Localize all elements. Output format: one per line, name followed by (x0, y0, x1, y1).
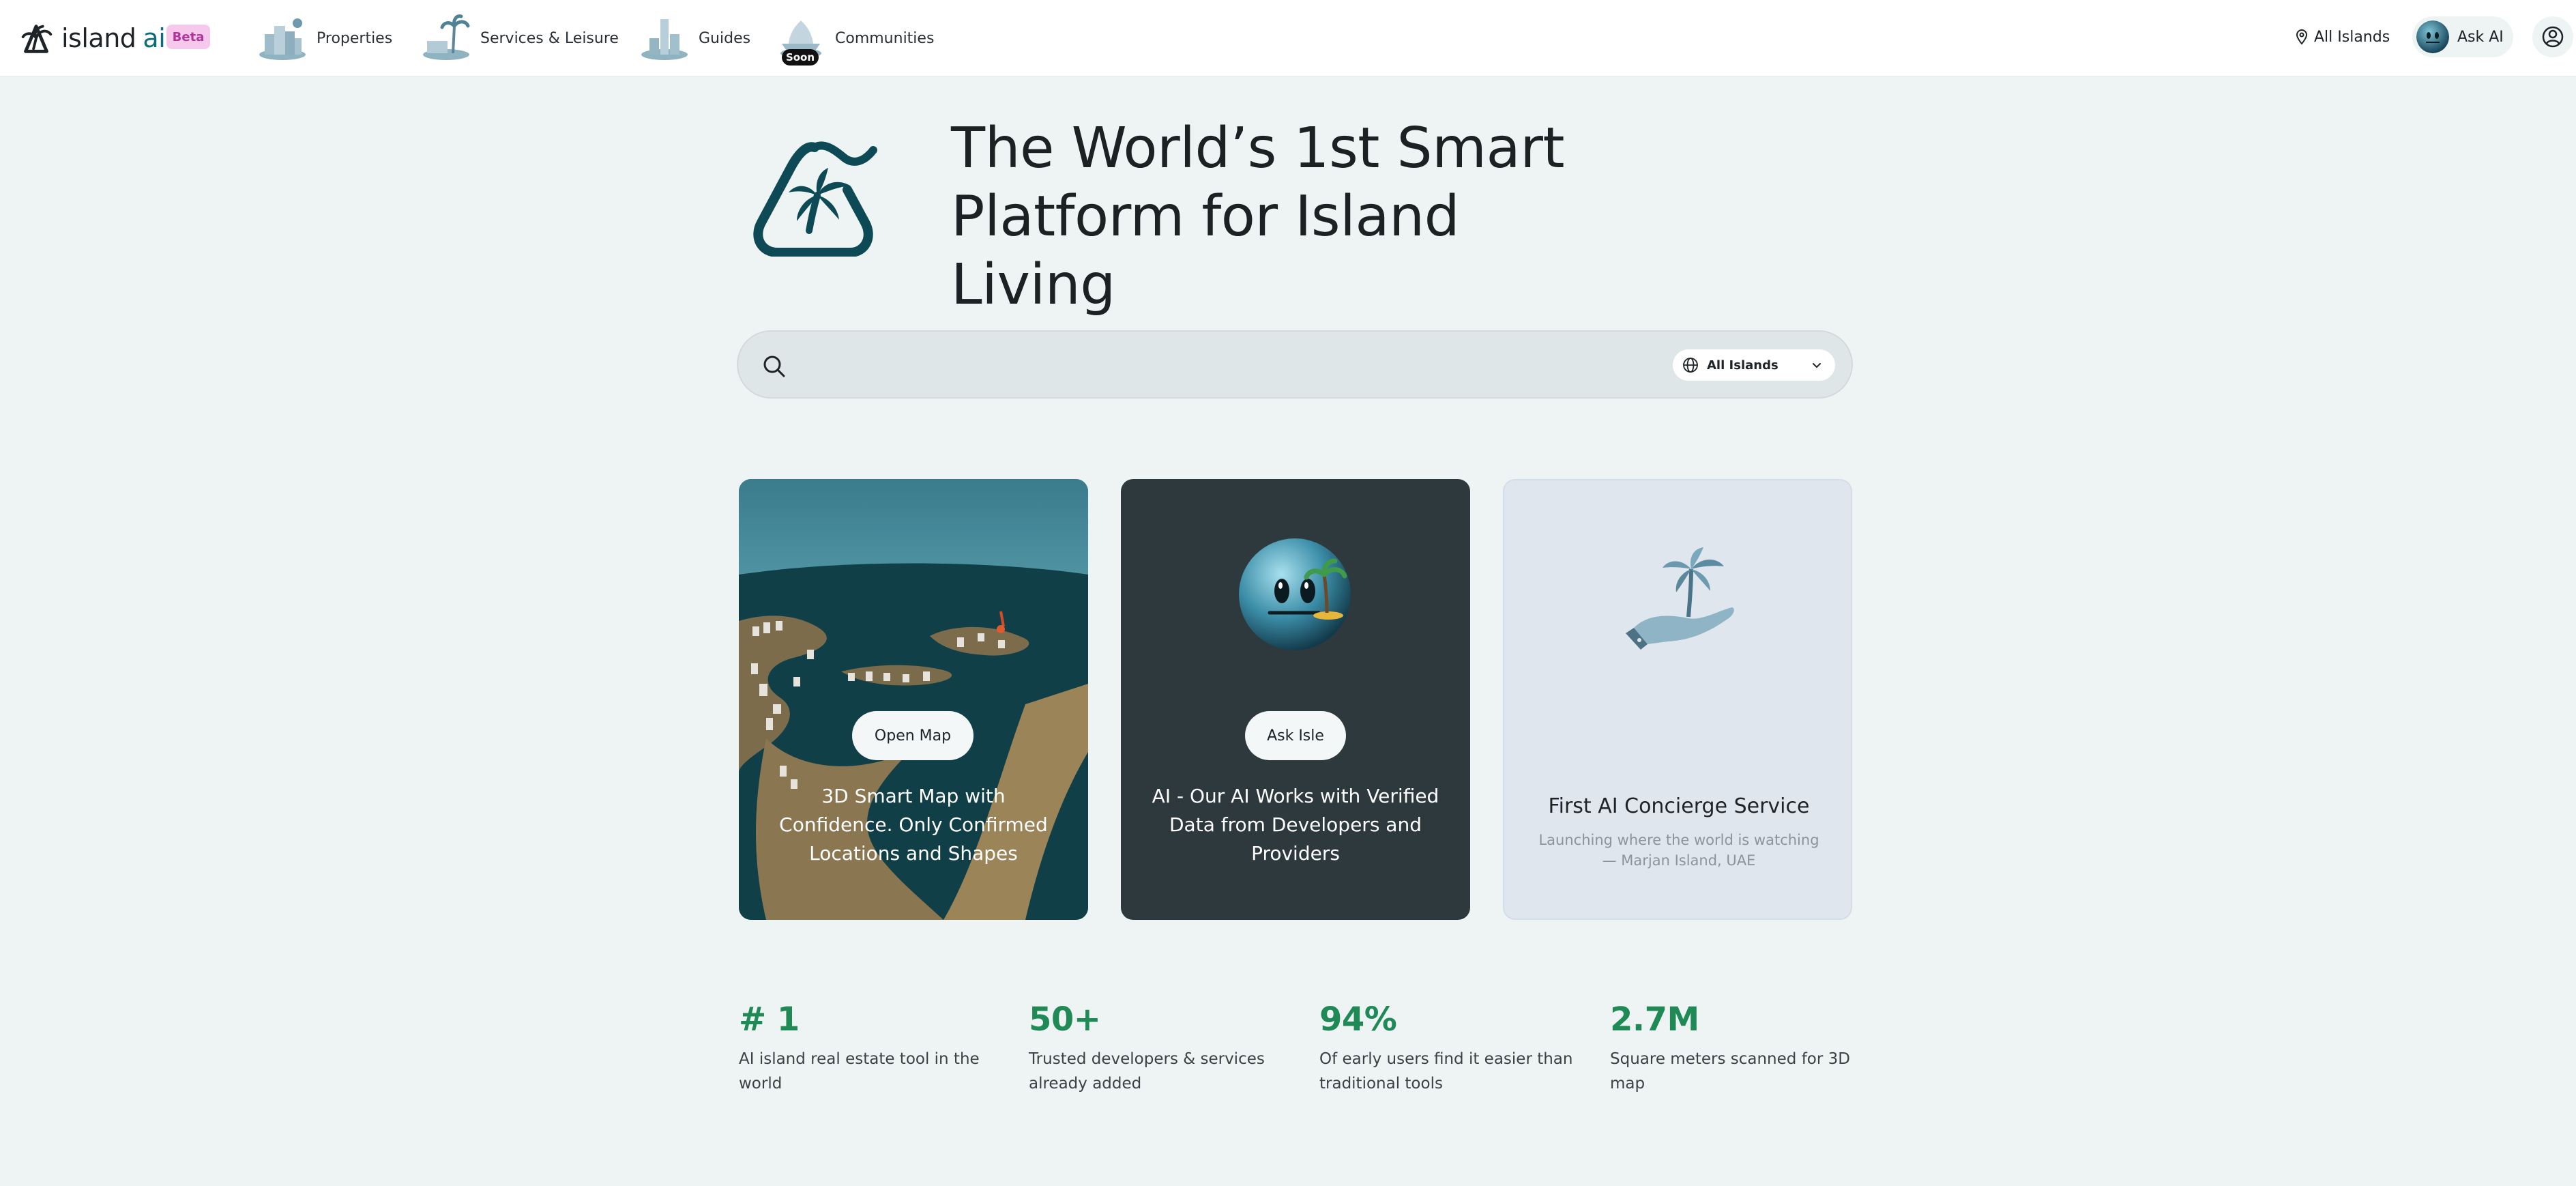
location-label: All Islands (2314, 28, 2390, 46)
nav-services-leisure[interactable]: Services & Leisure (419, 10, 619, 67)
ask-isle-button[interactable]: Ask Isle (1245, 711, 1346, 760)
beta-badge: Beta (166, 25, 210, 49)
map-card[interactable]: Open Map 3D Smart Map with Confidence. O… (739, 479, 1088, 920)
open-map-button[interactable]: Open Map (852, 711, 974, 760)
stat-description: AI island real estate tool in the world (739, 1050, 980, 1093)
location-selector[interactable]: All Islands (2294, 25, 2390, 49)
user-account-button[interactable] (2532, 16, 2573, 57)
ai-card[interactable]: Ask Isle AI - Our AI Works with Verified… (1121, 479, 1470, 920)
search-bar: All Islands (737, 330, 1853, 399)
ai-avatar-icon (2416, 20, 2449, 53)
stat-item: # 1 AI island real estate tool in the wo… (739, 998, 998, 1096)
island-select-dropdown[interactable]: All Islands (1673, 349, 1835, 381)
hero-title: The World’s 1st Smart Platform for Islan… (951, 116, 1565, 317)
soon-badge: Soon (782, 49, 819, 66)
chevron-down-icon (1813, 363, 1821, 368)
globe-icon (1683, 358, 1698, 373)
buildings-icon (259, 18, 306, 60)
search-icon (763, 356, 785, 377)
nav-properties[interactable]: Properties (255, 10, 392, 67)
stat-item: 50+ Trusted developers & services alread… (1029, 998, 1288, 1096)
island-select-value: All Islands (1707, 358, 1779, 373)
logo-wordmark: island ai (61, 23, 166, 53)
concierge-subtitle: Launching where the world is watching — … (1538, 832, 1819, 869)
palm-in-hand-icon (1626, 547, 1734, 650)
top-navbar: island ai Beta Properties Services & Leis… (0, 0, 2576, 76)
isle-mascot-icon (1239, 538, 1351, 650)
palm-island-icon (423, 14, 470, 60)
concierge-title: First AI Concierge Service (1548, 794, 1810, 818)
logo[interactable]: island ai (16, 16, 166, 60)
stat-value: # 1 (739, 1000, 800, 1039)
stat-value: 94% (1319, 1000, 1397, 1039)
ask-ai-button[interactable]: Ask AI (2412, 16, 2513, 57)
stat-description: Of early users find it easier than tradi… (1319, 1050, 1573, 1093)
tower-icon (641, 19, 688, 60)
concierge-card[interactable]: First AI Concierge Service Launching whe… (1503, 479, 1852, 920)
map-card-text: 3D Smart Map with Confidence. Only Confi… (779, 785, 1048, 865)
search-input[interactable] (800, 345, 1686, 386)
stat-description: Square meters scanned for 3D map (1610, 1050, 1850, 1093)
ai-card-text: AI - Our AI Works with Verified Data fro… (1152, 785, 1439, 865)
stat-value: 2.7M (1610, 1000, 1699, 1039)
stat-description: Trusted developers & services already ad… (1029, 1050, 1265, 1093)
stat-item: 2.7M Square meters scanned for 3D map (1610, 998, 1869, 1096)
location-pin-icon (2296, 29, 2308, 45)
stat-value: 50+ (1029, 1000, 1101, 1039)
hero-palm-logo-icon (753, 141, 877, 257)
nav-guides[interactable]: Guides (637, 10, 750, 67)
stat-item: 94% Of early users find it easier than t… (1319, 998, 1579, 1096)
user-icon (2542, 26, 2564, 48)
palm-logo-icon (21, 25, 53, 53)
